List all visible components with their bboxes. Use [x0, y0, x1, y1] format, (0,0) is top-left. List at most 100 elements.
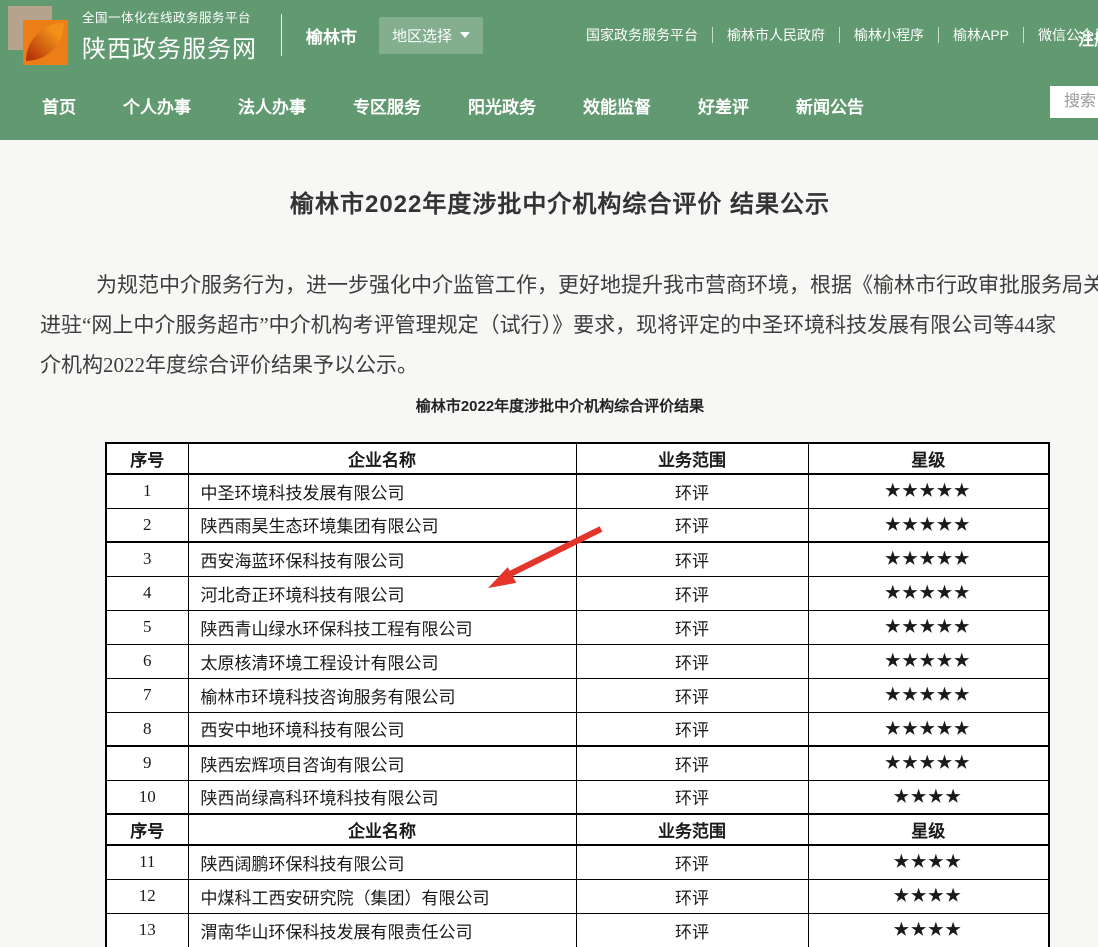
company-name-cell: 中圣环境科技发展有限公司 — [188, 474, 576, 508]
topbar-link[interactable]: 榆林市人民政府 — [713, 27, 840, 43]
star-rating-cell: ★★★★ — [808, 879, 1049, 913]
top-header-bar: 全国一体化在线政务服务平台 陕西政务服务网 榆林市 地区选择 国家政务服务平台榆… — [0, 0, 1098, 70]
header-divider — [281, 14, 282, 56]
paragraph-line: 为规范中介服务行为，进一步强化中介监管工作，更好地提升我市营商环境，根据《榆林市… — [40, 265, 1098, 305]
table-caption: 榆林市2022年度涉批中介机构综合评价结果 — [0, 395, 1098, 416]
company-name-cell: 西安中地环境科技有限公司 — [188, 712, 576, 746]
star-rating-cell: ★★★★★ — [808, 542, 1049, 576]
table-header-row: 序号企业名称业务范围星级 — [106, 443, 1049, 474]
current-city-label: 榆林市 — [306, 23, 357, 48]
topbar-link[interactable]: 榆林小程序 — [840, 27, 939, 43]
topbar-links: 国家政务服务平台榆林市人民政府榆林小程序榆林APP微信公众号 — [572, 0, 1098, 70]
star-rating-cell: ★★★★★ — [808, 576, 1049, 610]
table-row: 3西安海蓝环保科技有限公司环评★★★★★ — [106, 542, 1049, 576]
business-scope-cell: 环评 — [576, 913, 808, 947]
nav-item[interactable]: 专区服务 — [353, 93, 421, 118]
column-header: 业务范围 — [576, 814, 808, 845]
brand-block: 全国一体化在线政务服务平台 陕西政务服务网 — [82, 7, 257, 64]
table-row: 9陕西宏辉项目咨询有限公司环评★★★★★ — [106, 746, 1049, 780]
main-nav-bar: 首页 个人办事 法人办事 专区服务 阳光政务 效能监督 好差评 新闻公告 — [0, 70, 1098, 140]
region-selector-label: 地区选择 — [392, 25, 452, 46]
table-row: 5陕西青山绿水环保科技工程有限公司环评★★★★★ — [106, 610, 1049, 644]
business-scope-cell: 环评 — [576, 879, 808, 913]
business-scope-cell: 环评 — [576, 746, 808, 780]
column-header: 企业名称 — [188, 814, 576, 845]
company-name-cell: 渭南华山环保科技发展有限责任公司 — [188, 913, 576, 947]
table-row: 11陕西阔鹏环保科技有限公司环评★★★★ — [106, 845, 1049, 879]
business-scope-cell: 环评 — [576, 474, 808, 508]
nav-item[interactable]: 好差评 — [698, 93, 749, 118]
nav-item[interactable]: 阳光政务 — [468, 93, 536, 118]
nav-item[interactable]: 效能监督 — [583, 93, 651, 118]
star-rating-cell: ★★★★★ — [808, 644, 1049, 678]
star-rating-cell: ★★★★★ — [808, 474, 1049, 508]
company-name-cell: 陕西雨昊生态环境集团有限公司 — [188, 508, 576, 542]
star-rating-cell: ★★★★★ — [808, 712, 1049, 746]
notice-paragraph: 为规范中介服务行为，进一步强化中介监管工作，更好地提升我市营商环境，根据《榆林市… — [40, 265, 1098, 385]
table-header-row: 序号企业名称业务范围星级 — [106, 814, 1049, 845]
company-name-cell: 西安海蓝环保科技有限公司 — [188, 542, 576, 576]
company-name-cell: 中煤科工西安研究院（集团）有限公司 — [188, 879, 576, 913]
row-number-cell: 2 — [106, 508, 188, 542]
row-number-cell: 9 — [106, 746, 188, 780]
column-header: 企业名称 — [188, 443, 576, 474]
row-number-cell: 11 — [106, 845, 188, 879]
row-number-cell: 7 — [106, 678, 188, 712]
column-header: 序号 — [106, 443, 188, 474]
column-header: 业务范围 — [576, 443, 808, 474]
table-row: 7榆林市环境科技咨询服务有限公司环评★★★★★ — [106, 678, 1049, 712]
logo-front-square — [23, 20, 68, 65]
row-number-cell: 3 — [106, 542, 188, 576]
business-scope-cell: 环评 — [576, 610, 808, 644]
column-header: 星级 — [808, 443, 1049, 474]
row-number-cell: 6 — [106, 644, 188, 678]
row-number-cell: 10 — [106, 780, 188, 814]
row-number-cell: 8 — [106, 712, 188, 746]
topbar-link[interactable]: 榆林APP — [939, 27, 1024, 43]
column-header: 星级 — [808, 814, 1049, 845]
search-input[interactable] — [1050, 86, 1098, 118]
nav-item[interactable]: 个人办事 — [123, 93, 191, 118]
star-rating-cell: ★★★★★ — [808, 508, 1049, 542]
table-row: 13渭南华山环保科技发展有限责任公司环评★★★★ — [106, 913, 1049, 947]
business-scope-cell: 环评 — [576, 542, 808, 576]
notice-document: 榆林市2022年度涉批中介机构综合评价 结果公示 为规范中介服务行为，进一步强化… — [0, 184, 1098, 947]
business-scope-cell: 环评 — [576, 678, 808, 712]
business-scope-cell: 环评 — [576, 508, 808, 542]
column-header: 序号 — [106, 814, 188, 845]
logo-leaf-icon — [26, 23, 64, 61]
chevron-down-icon — [460, 32, 470, 38]
company-name-cell: 太原核清环境工程设计有限公司 — [188, 644, 576, 678]
row-number-cell: 12 — [106, 879, 188, 913]
company-name-cell: 陕西阔鹏环保科技有限公司 — [188, 845, 576, 879]
star-rating-cell: ★★★★ — [808, 780, 1049, 814]
nav-item[interactable]: 首页 — [42, 93, 76, 118]
register-link[interactable]: 注册 — [1078, 26, 1098, 50]
row-number-cell: 4 — [106, 576, 188, 610]
table-row: 1中圣环境科技发展有限公司环评★★★★★ — [106, 474, 1049, 508]
star-rating-cell: ★★★★★ — [808, 678, 1049, 712]
region-selector-button[interactable]: 地区选择 — [379, 17, 483, 54]
row-number-cell: 13 — [106, 913, 188, 947]
company-name-cell: 河北奇正环境科技有限公司 — [188, 576, 576, 610]
star-rating-cell: ★★★★★ — [808, 610, 1049, 644]
business-scope-cell: 环评 — [576, 780, 808, 814]
nav-item[interactable]: 新闻公告 — [796, 93, 864, 118]
paragraph-line: 介机构2022年度综合评价结果予以公示。 — [40, 345, 1098, 385]
company-name-cell: 陕西青山绿水环保科技工程有限公司 — [188, 610, 576, 644]
page-title: 榆林市2022年度涉批中介机构综合评价 结果公示 — [0, 184, 1098, 219]
star-rating-cell: ★★★★ — [808, 913, 1049, 947]
table-row: 12中煤科工西安研究院（集团）有限公司环评★★★★ — [106, 879, 1049, 913]
evaluation-table-body: 序号企业名称业务范围星级1中圣环境科技发展有限公司环评★★★★★2陕西雨昊生态环… — [106, 443, 1049, 947]
row-number-cell: 5 — [106, 610, 188, 644]
evaluation-table: 序号企业名称业务范围星级1中圣环境科技发展有限公司环评★★★★★2陕西雨昊生态环… — [105, 442, 1050, 947]
table-row: 6太原核清环境工程设计有限公司环评★★★★★ — [106, 644, 1049, 678]
row-number-cell: 1 — [106, 474, 188, 508]
star-rating-cell: ★★★★★ — [808, 746, 1049, 780]
company-name-cell: 榆林市环境科技咨询服务有限公司 — [188, 678, 576, 712]
table-row: 10陕西尚绿高科环境科技有限公司环评★★★★ — [106, 780, 1049, 814]
business-scope-cell: 环评 — [576, 576, 808, 610]
topbar-link[interactable]: 国家政务服务平台 — [572, 27, 713, 43]
nav-item[interactable]: 法人办事 — [238, 93, 306, 118]
site-logo — [8, 6, 70, 64]
